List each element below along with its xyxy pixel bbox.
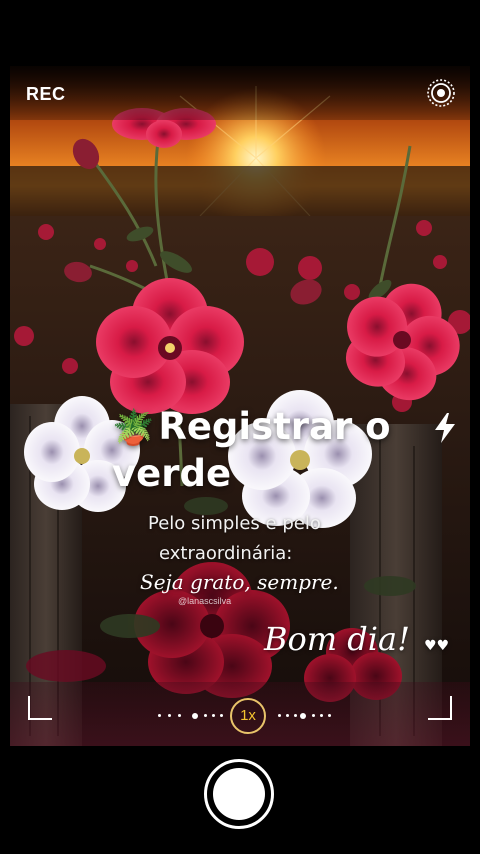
zoom-tick	[158, 714, 161, 717]
message-line-1: Pelo simples e pelo	[148, 513, 321, 534]
frame-corner-right	[428, 696, 452, 720]
greeting-text: Bom dia!	[264, 620, 410, 658]
zoom-control[interactable]: 1x	[156, 698, 336, 734]
zoom-tick	[294, 714, 297, 717]
potted-plant-emoji: 🪴	[112, 408, 155, 448]
flash-icon[interactable]	[432, 412, 458, 444]
zoom-strip: 1x	[10, 682, 470, 746]
hearts-icon: ♥♥	[424, 638, 450, 654]
shutter-button[interactable]	[204, 759, 274, 829]
zoom-tick	[204, 714, 207, 717]
camera-screen: 🪴 Registrar o verde Pelo simples e pelo e…	[0, 0, 480, 854]
zoom-tick	[320, 714, 323, 717]
script-line-1: Seja grato, sempre.	[140, 570, 339, 594]
headline-text: 🪴 Registrar o verde	[112, 404, 412, 497]
zoom-tick-major	[192, 712, 198, 719]
message-line-2: extraordinária:	[159, 543, 293, 564]
frame-corner-left	[28, 696, 52, 720]
zoom-tick	[212, 714, 215, 717]
zoom-tick-major	[300, 712, 306, 719]
zoom-tick	[286, 714, 289, 717]
zoom-tick	[328, 714, 331, 717]
zoom-tick	[278, 714, 281, 717]
zoom-1x-button[interactable]: 1x	[230, 698, 266, 734]
script-line-2: Bom dia! ♥♥	[264, 620, 449, 658]
camera-top-bar: REC	[10, 66, 470, 120]
zoom-tick	[178, 714, 181, 717]
shutter-button-core	[213, 768, 265, 820]
rec-indicator: REC	[26, 84, 66, 104]
zoom-tick	[312, 714, 315, 717]
live-photo-icon[interactable]	[426, 78, 456, 108]
zoom-tick	[220, 714, 223, 717]
watermark-text: @lanascsilva	[178, 596, 232, 606]
zoom-tick	[168, 714, 171, 717]
